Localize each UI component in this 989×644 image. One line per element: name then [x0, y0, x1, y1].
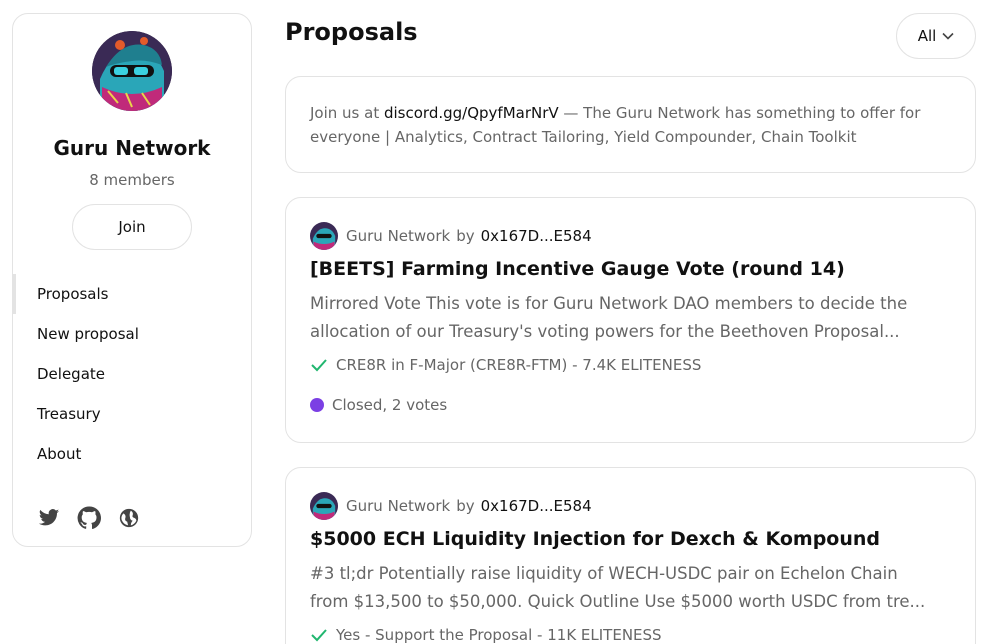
proposal-card[interactable]: Guru Network by 0x167D...E584 $5000 ECH …	[285, 467, 976, 644]
space-name: Guru Network	[53, 136, 211, 160]
check-icon	[311, 359, 327, 372]
proposal-meta: Guru Network by 0x167D...E584	[310, 222, 592, 250]
space-avatar-small	[310, 222, 338, 250]
sidebar-item-about[interactable]: About	[13, 434, 251, 474]
sidebar-nav: Proposals New proposal Delegate Treasury…	[12, 274, 251, 474]
page-title: Proposals	[285, 18, 418, 46]
proposal-status: Closed, 2 votes	[310, 396, 447, 414]
proposal-body: Mirrored Vote This vote is for Guru Netw…	[310, 294, 908, 341]
chevron-down-icon	[942, 32, 954, 40]
result-text: CRE8R in F-Major (CRE8R-FTM) - 7.4K ELIT…	[336, 356, 702, 374]
about-prefix: Join us at	[310, 104, 384, 122]
filter-dropdown[interactable]: All	[896, 13, 976, 59]
space-about-card: Join us at discord.gg/QpyfMarNrV — The G…	[285, 76, 976, 173]
sidebar-item-treasury[interactable]: Treasury	[13, 394, 251, 434]
proposal-result: CRE8R in F-Major (CRE8R-FTM) - 7.4K ELIT…	[310, 356, 701, 374]
social-links	[37, 506, 141, 530]
proposal-body: #3 tl;dr Potentially raise liquidity of …	[310, 564, 926, 611]
filter-label: All	[917, 27, 937, 45]
proposal-space-name[interactable]: Guru Network	[346, 497, 450, 515]
space-sidebar: Guru Network 8 members Join Proposals Ne…	[12, 13, 252, 547]
discord-link[interactable]: discord.gg/QpyfMarNrV	[384, 104, 559, 122]
globe-icon[interactable]	[117, 506, 141, 530]
by-text: by	[456, 497, 475, 515]
proposal-result: Yes - Support the Proposal - 11K ELITENE…	[310, 626, 662, 644]
proposal-space-name[interactable]: Guru Network	[346, 227, 450, 245]
space-avatar[interactable]	[92, 31, 172, 111]
space-avatar-small	[310, 492, 338, 520]
members-count: 8 members	[89, 171, 175, 189]
proposal-title[interactable]: [BEETS] Farming Incentive Gauge Vote (ro…	[310, 258, 845, 280]
sidebar-item-new-proposal[interactable]: New proposal	[13, 314, 251, 354]
proposal-card[interactable]: Guru Network by 0x167D...E584 [BEETS] Fa…	[285, 197, 976, 443]
proposal-author[interactable]: 0x167D...E584	[481, 227, 592, 245]
sidebar-item-proposals[interactable]: Proposals	[12, 274, 251, 314]
sidebar-item-delegate[interactable]: Delegate	[13, 354, 251, 394]
by-text: by	[456, 227, 475, 245]
check-icon	[311, 629, 327, 642]
status-text: Closed, 2 votes	[332, 396, 448, 414]
proposal-title[interactable]: $5000 ECH Liquidity Injection for Dexch …	[310, 528, 880, 550]
result-text: Yes - Support the Proposal - 11K ELITENE…	[336, 626, 662, 644]
github-icon[interactable]	[77, 506, 101, 530]
proposal-author[interactable]: 0x167D...E584	[481, 497, 592, 515]
status-dot-icon	[310, 398, 324, 412]
join-button[interactable]: Join	[72, 204, 192, 250]
proposal-meta: Guru Network by 0x167D...E584	[310, 492, 592, 520]
twitter-icon[interactable]	[37, 506, 61, 530]
